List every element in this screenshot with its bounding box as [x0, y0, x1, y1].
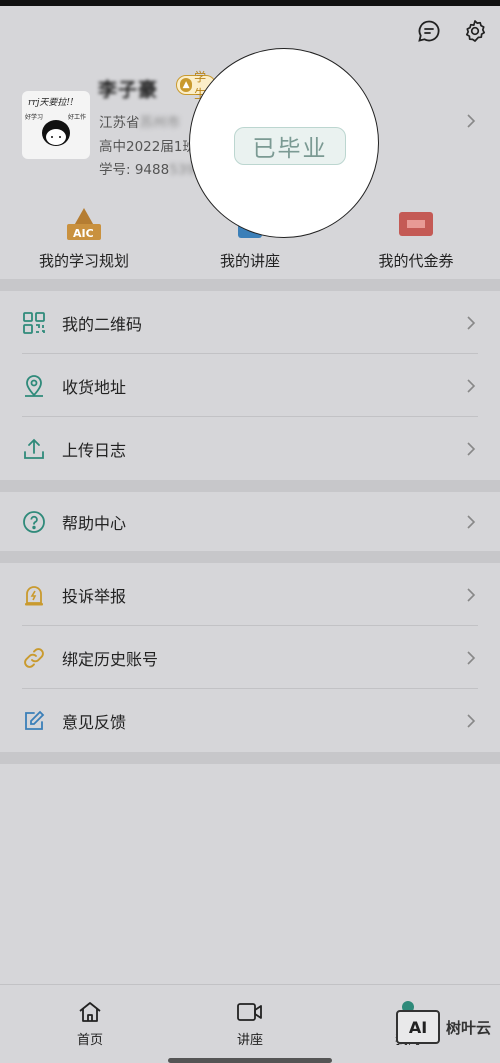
- ai-plan-icon: AIC: [64, 204, 104, 244]
- quick-link-label: 我的代金券: [378, 252, 454, 270]
- menu-item-help[interactable]: 帮助中心: [0, 492, 500, 551]
- tab-label: 首页: [76, 1033, 103, 1048]
- menu-group-account: 我的二维码 收货地址 上传日志: [0, 291, 500, 480]
- link-icon: [22, 646, 46, 670]
- menu-item-label: 上传日志: [62, 440, 127, 460]
- chevron-right-icon: [466, 650, 476, 669]
- settings-icon[interactable]: [462, 18, 488, 44]
- menu-item-label: 绑定历史账号: [62, 649, 159, 669]
- home-icon: [40, 999, 140, 1025]
- qrcode-icon: [22, 311, 46, 335]
- header-actions: [416, 18, 488, 44]
- menu-item-complaint[interactable]: 投诉举报: [0, 563, 500, 626]
- menu-item-label: 投诉举报: [62, 586, 127, 606]
- quick-link-vouchers[interactable]: 我的代金券: [346, 200, 486, 271]
- graduation-cap-icon: ▲: [180, 78, 193, 92]
- tab-home[interactable]: 首页: [40, 999, 140, 1048]
- quick-link-label: 我的讲座: [219, 252, 280, 270]
- section-divider: [0, 480, 500, 492]
- student-id: 学号: 9488: [99, 162, 170, 178]
- province-blurred: 苏州市: [139, 115, 181, 131]
- status-bar: [0, 0, 500, 6]
- menu-item-upload-log[interactable]: 上传日志: [0, 417, 500, 480]
- tab-label: 讲座: [236, 1033, 263, 1048]
- complaint-icon: [22, 583, 46, 607]
- menu-item-label: 收货地址: [62, 377, 127, 397]
- chevron-right-icon: [466, 315, 476, 334]
- chevron-right-icon: [466, 713, 476, 732]
- chevron-right-icon: [466, 113, 476, 132]
- watermark: AI 树叶云: [396, 1010, 491, 1044]
- menu-group-feedback: 投诉举报 绑定历史账号 意见反馈: [0, 563, 500, 752]
- graduated-status: 已毕业: [234, 127, 346, 165]
- section-divider: [0, 279, 500, 291]
- section-divider: [0, 551, 500, 563]
- voucher-icon: [396, 204, 436, 244]
- province-line: 江苏省苏州市: [99, 111, 180, 131]
- menu-item-label: 我的二维码: [62, 314, 143, 334]
- chevron-right-icon: [466, 514, 476, 533]
- home-indicator[interactable]: [168, 1058, 332, 1063]
- avatar[interactable]: rrj天要拉!! 好学习 好工作: [22, 91, 90, 159]
- svg-text:AIC: AIC: [73, 227, 94, 240]
- province: 江苏省: [99, 115, 140, 131]
- menu-item-label: 意见反馈: [62, 712, 127, 732]
- chevron-right-icon: [466, 587, 476, 606]
- svg-text:好学习: 好学习: [25, 113, 43, 121]
- quick-link-study-plan[interactable]: AIC 我的学习规划: [14, 200, 154, 271]
- menu-item-bind-account[interactable]: 绑定历史账号: [0, 626, 500, 689]
- class-line: 高中2022届1班: [99, 139, 196, 155]
- video-icon: [200, 999, 300, 1025]
- svg-text:rrj天要拉!!: rrj天要拉!!: [28, 97, 74, 108]
- quick-link-label: 我的学习规划: [38, 252, 129, 270]
- menu-item-feedback[interactable]: 意见反馈: [0, 689, 500, 752]
- chevron-right-icon: [466, 378, 476, 397]
- chat-icon[interactable]: [416, 18, 442, 44]
- menu-item-address[interactable]: 收货地址: [0, 354, 500, 417]
- feedback-icon: [22, 709, 46, 733]
- section-divider: [0, 752, 500, 764]
- watermark-logo: AI: [396, 1010, 440, 1044]
- chevron-right-icon: [466, 441, 476, 460]
- svg-text:好工作: 好工作: [68, 113, 86, 121]
- help-icon: [22, 510, 46, 534]
- location-icon: [22, 374, 46, 398]
- menu-item-qrcode[interactable]: 我的二维码: [0, 291, 500, 354]
- tab-lectures[interactable]: 讲座: [200, 999, 300, 1048]
- graduated-overlay: 已毕业: [189, 48, 379, 238]
- user-name: 李子豪: [98, 79, 159, 101]
- watermark-text: 树叶云: [446, 1018, 492, 1037]
- upload-icon: [22, 437, 46, 461]
- menu-item-label: 帮助中心: [62, 513, 127, 533]
- menu-group-help: 帮助中心: [0, 492, 500, 551]
